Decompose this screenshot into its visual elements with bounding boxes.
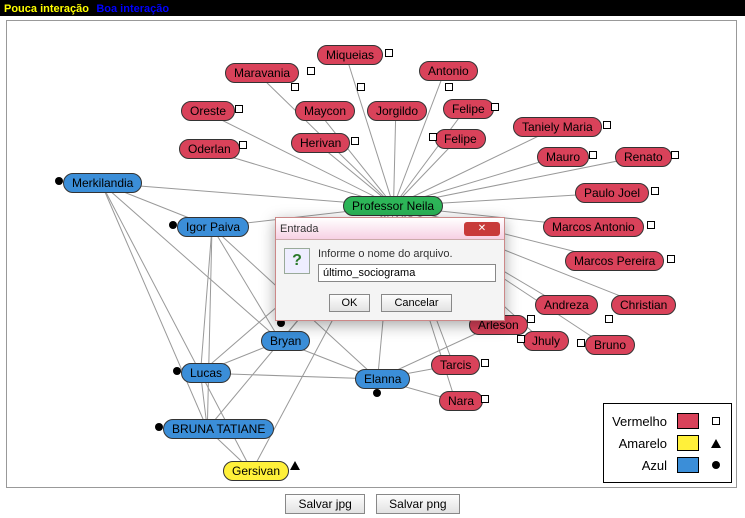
marker-square-icon bbox=[429, 133, 437, 141]
color-legend: Vermelho Amarelo Azul bbox=[603, 403, 732, 483]
ok-button[interactable]: OK bbox=[329, 294, 371, 312]
node-felipe1[interactable]: Felipe bbox=[443, 99, 494, 119]
bottom-toolbar: Salvar jpg Salvar png bbox=[0, 492, 745, 518]
dialog-title: Entrada bbox=[280, 223, 319, 235]
node-felipe2[interactable]: Felipe bbox=[435, 129, 486, 149]
legend-marker-square bbox=[709, 417, 723, 425]
marker-square-icon bbox=[307, 67, 315, 75]
node-tarcis[interactable]: Tarcis bbox=[431, 355, 480, 375]
node-maravania[interactable]: Maravania bbox=[225, 63, 299, 83]
node-merkilandia[interactable]: Merkilandia bbox=[63, 173, 142, 193]
marker-circle-icon bbox=[173, 367, 181, 375]
legend-marker-triangle bbox=[709, 439, 723, 448]
save-dialog: Entrada ✕ ? Informe o nome do arquivo. O… bbox=[275, 217, 505, 321]
legend-swatch-yellow bbox=[677, 435, 699, 451]
node-igor[interactable]: Igor Paiva bbox=[177, 217, 249, 237]
marker-square-icon bbox=[651, 187, 659, 195]
marker-circle-icon bbox=[55, 177, 63, 185]
legend-marker-circle bbox=[709, 461, 723, 469]
node-mauro[interactable]: Mauro bbox=[537, 147, 589, 167]
marker-square-icon bbox=[577, 339, 585, 347]
marker-square-icon bbox=[239, 141, 247, 149]
marker-square-icon bbox=[357, 83, 365, 91]
marker-square-icon bbox=[491, 103, 499, 111]
node-oreste[interactable]: Oreste bbox=[181, 101, 235, 121]
node-elanna[interactable]: Elanna bbox=[355, 369, 410, 389]
marker-circle-icon bbox=[155, 423, 163, 431]
marker-square-icon bbox=[605, 315, 613, 323]
legend-label-red: Vermelho bbox=[612, 414, 667, 429]
node-maycon[interactable]: Maycon bbox=[295, 101, 355, 121]
legend-low-interaction: Pouca interação bbox=[4, 3, 89, 15]
node-bruna[interactable]: BRUNA TATIANE bbox=[163, 419, 274, 439]
legend-swatch-red bbox=[677, 413, 699, 429]
node-bryan[interactable]: Bryan bbox=[261, 331, 310, 351]
node-jorgildo[interactable]: Jorgildo bbox=[367, 101, 427, 121]
marker-square-icon bbox=[291, 83, 299, 91]
marker-square-icon bbox=[589, 151, 597, 159]
marker-square-icon bbox=[235, 105, 243, 113]
node-marcosp[interactable]: Marcos Pereira bbox=[565, 251, 664, 271]
dialog-titlebar[interactable]: Entrada ✕ bbox=[276, 218, 504, 240]
close-icon[interactable]: ✕ bbox=[464, 222, 500, 236]
legend-label-blue: Azul bbox=[642, 458, 667, 473]
save-jpg-button[interactable]: Salvar jpg bbox=[285, 494, 364, 514]
sociogram-canvas[interactable]: Professor Neila Miqueias Maravania Antonio O… bbox=[6, 20, 737, 488]
marker-circle-icon bbox=[169, 221, 177, 229]
legend-high-interaction: Boa interação bbox=[96, 3, 169, 15]
marker-square-icon bbox=[647, 221, 655, 229]
node-jhuly[interactable]: Jhuly bbox=[523, 331, 569, 351]
cancel-button[interactable]: Cancelar bbox=[381, 294, 451, 312]
dialog-prompt: Informe o nome do arquivo. bbox=[318, 248, 496, 260]
filename-input[interactable] bbox=[318, 264, 496, 282]
node-marcosa[interactable]: Marcos Antonio bbox=[543, 217, 644, 237]
marker-square-icon bbox=[527, 315, 535, 323]
legend-label-yellow: Amarelo bbox=[619, 436, 667, 451]
legend-swatch-blue bbox=[677, 457, 699, 473]
marker-square-icon bbox=[603, 121, 611, 129]
marker-square-icon bbox=[667, 255, 675, 263]
node-gersivan[interactable]: Gersivan bbox=[223, 461, 289, 481]
node-taniely[interactable]: Taniely Maria bbox=[513, 117, 602, 137]
node-miqueias[interactable]: Miqueias bbox=[317, 45, 383, 65]
node-antonio[interactable]: Antonio bbox=[419, 61, 478, 81]
node-nara[interactable]: Nara bbox=[439, 391, 483, 411]
top-bar: Pouca interação Boa interação bbox=[0, 0, 745, 16]
center-node[interactable]: Professor Neila bbox=[343, 196, 443, 216]
node-christian[interactable]: Christian bbox=[611, 295, 676, 315]
marker-square-icon bbox=[481, 359, 489, 367]
marker-square-icon bbox=[385, 49, 393, 57]
node-paulojoel[interactable]: Paulo Joel bbox=[575, 183, 649, 203]
marker-square-icon bbox=[671, 151, 679, 159]
node-bruno[interactable]: Bruno bbox=[585, 335, 635, 355]
marker-square-icon bbox=[445, 83, 453, 91]
marker-square-icon bbox=[481, 395, 489, 403]
question-icon: ? bbox=[284, 248, 310, 274]
node-oderlan[interactable]: Oderlan bbox=[179, 139, 240, 159]
marker-square-icon bbox=[351, 137, 359, 145]
node-renato[interactable]: Renato bbox=[615, 147, 672, 167]
marker-triangle-icon bbox=[290, 461, 300, 470]
node-andreza[interactable]: Andreza bbox=[535, 295, 598, 315]
marker-circle-icon bbox=[373, 389, 381, 397]
node-herivan[interactable]: Herivan bbox=[291, 133, 350, 153]
node-lucas[interactable]: Lucas bbox=[181, 363, 231, 383]
marker-square-icon bbox=[517, 335, 525, 343]
save-png-button[interactable]: Salvar png bbox=[376, 494, 459, 514]
